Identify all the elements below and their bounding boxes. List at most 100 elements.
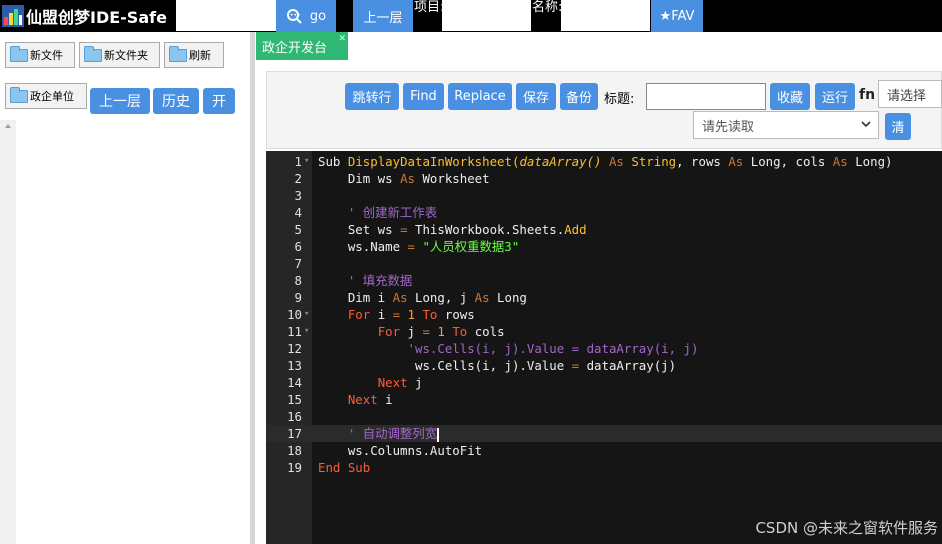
code-token: Add [564,222,587,237]
name-input[interactable] [561,0,650,31]
code-token: rows [437,307,475,322]
tab-label: 政企开发台 [262,40,328,56]
code-token: i [377,392,393,407]
code-line[interactable]: 10 ▾ For i = 1 To rows [266,306,942,323]
code-line[interactable]: 11 ▾ For j = 1 To cols [266,323,942,340]
code-token: Next [377,375,408,390]
code-token: dataArray() [519,154,602,169]
project-input[interactable] [442,0,531,31]
code-line[interactable]: 3 [266,187,942,204]
chevron-down-icon [860,117,872,135]
line-number: 18 [287,443,302,458]
code-token: Long) [855,154,893,169]
read-select[interactable]: 请先读取 [693,111,879,139]
code-line[interactable]: 18 ws.Columns.AutoFit [266,442,942,459]
sidebar-scrollbar[interactable] [0,120,16,544]
fold-icon[interactable]: ▾ [304,153,309,170]
svg-text:•••: ••• [290,12,301,19]
code-line[interactable]: 7 [266,255,942,272]
open-button[interactable]: 开 [203,88,235,114]
code-token: End [318,460,341,475]
folder-item[interactable]: 政企单位 [5,83,87,109]
fold-icon[interactable]: ▾ [304,323,309,340]
code-editor[interactable]: 1 ▾ Sub DisplayDataInWorksheet(dataArray()… [266,151,942,544]
fav-button[interactable]: ★FAV [651,0,703,32]
code-token: , rows [676,154,729,169]
line-number: 2 [294,171,302,186]
pane-splitter[interactable] [250,32,255,544]
code-token: As [832,154,848,169]
folder-icon [10,86,28,103]
function-select[interactable]: 请选择 [878,80,942,108]
folder-icon [10,45,28,62]
code-line[interactable]: 6 ws.Name = "人员权重数据3" [266,238,942,255]
line-number: 6 [294,239,302,254]
history-button[interactable]: 历史 [153,88,199,114]
run-button[interactable]: 运行 [815,83,855,110]
new-folder-button[interactable]: 新文件夹 [79,42,160,68]
backup-button[interactable]: 备份 [560,83,598,110]
code-token: Sub [340,460,371,475]
watermark: CSDN @未来之窗软件服务 [755,519,938,537]
code-line[interactable]: 2 Dim ws As Worksheet [266,170,942,187]
new-file-button[interactable]: 新文件 [5,42,75,68]
code-line[interactable]: 16 [266,408,942,425]
line-number: 17 [287,426,302,441]
find-button[interactable]: Find [403,83,444,110]
folder-item-label: 政企单位 [30,90,74,103]
code-line[interactable]: 4 ' 创建新工作表 [266,204,942,221]
code-line[interactable]: 12 'ws.Cells(i, j).Value = dataArray(i, … [266,340,942,357]
up-level-button[interactable]: 上一层 [353,0,413,32]
code-token: j [400,324,423,339]
path-input[interactable] [176,0,276,31]
code-line[interactable]: 15 Next i [266,391,942,408]
code-token: = [571,358,580,373]
clear-button[interactable]: 清 [885,113,911,140]
code-line[interactable]: 19 End Sub [266,459,942,476]
project-label: 项目: [414,0,445,15]
replace-button[interactable]: Replace [448,83,512,110]
folder-icon [84,45,102,62]
favorite-button[interactable]: 收藏 [770,83,810,110]
code-token: As [392,290,408,305]
line-number: 14 [287,375,302,390]
code-token: DisplayDataInWorksheet( [347,154,520,169]
text-cursor [437,427,440,442]
goto-line-button[interactable]: 跳转行 [345,83,399,110]
code-token: As [728,154,744,169]
line-number: 1 [294,154,302,169]
code-token: Dim ws [347,171,401,186]
code-area[interactable]: 1 ▾ Sub DisplayDataInWorksheet(dataArray()… [266,151,942,476]
code-line[interactable]: 14 Next j [266,374,942,391]
code-line[interactable]: 5 Set ws = ThisWorkbook.Sheets.Add [266,221,942,238]
title-input[interactable] [646,83,766,110]
close-tab-icon[interactable]: ✕ [338,34,346,44]
code-token: , cols [780,154,833,169]
line-number: 7 [294,256,302,271]
code-line[interactable]: 9 Dim i As Long, j As Long [266,289,942,306]
read-select-value: 请先读取 [702,119,755,135]
scroll-up-icon [5,124,11,128]
fold-icon[interactable]: ▾ [304,306,309,323]
save-button[interactable]: 保存 [516,83,556,110]
code-token: = [422,324,430,339]
new-file-label: 新文件 [30,49,63,62]
code-token: ws.Columns.AutoFit [347,443,483,458]
code-line-active[interactable]: 17 ' 自动调整列宽 [266,425,942,442]
go-button[interactable]: ••• go [276,0,336,32]
code-line[interactable]: 13 ws.Cells(i, j).Value = dataArray(j) [266,357,942,374]
code-line[interactable]: 1 ▾ Sub DisplayDataInWorksheet(dataArray()… [266,153,942,170]
code-number: 1 [429,324,445,339]
code-token: Set ws [347,222,401,237]
code-line[interactable]: 8 ' 填充数据 [266,272,942,289]
line-number: 4 [294,205,302,220]
line-number: 15 [287,392,302,407]
line-number: 19 [287,460,302,475]
refresh-button[interactable]: 刷新 [164,42,224,68]
line-number: 12 [287,341,302,356]
tab-enterprise-dev[interactable]: 政企开发台 ✕ [256,32,348,60]
code-string: "人员权重数据3" [415,239,520,254]
code-token: = [392,307,401,322]
up-level-button[interactable]: 上一层 [90,88,150,114]
code-token: ws.Cells(i, j).Value [414,358,572,373]
